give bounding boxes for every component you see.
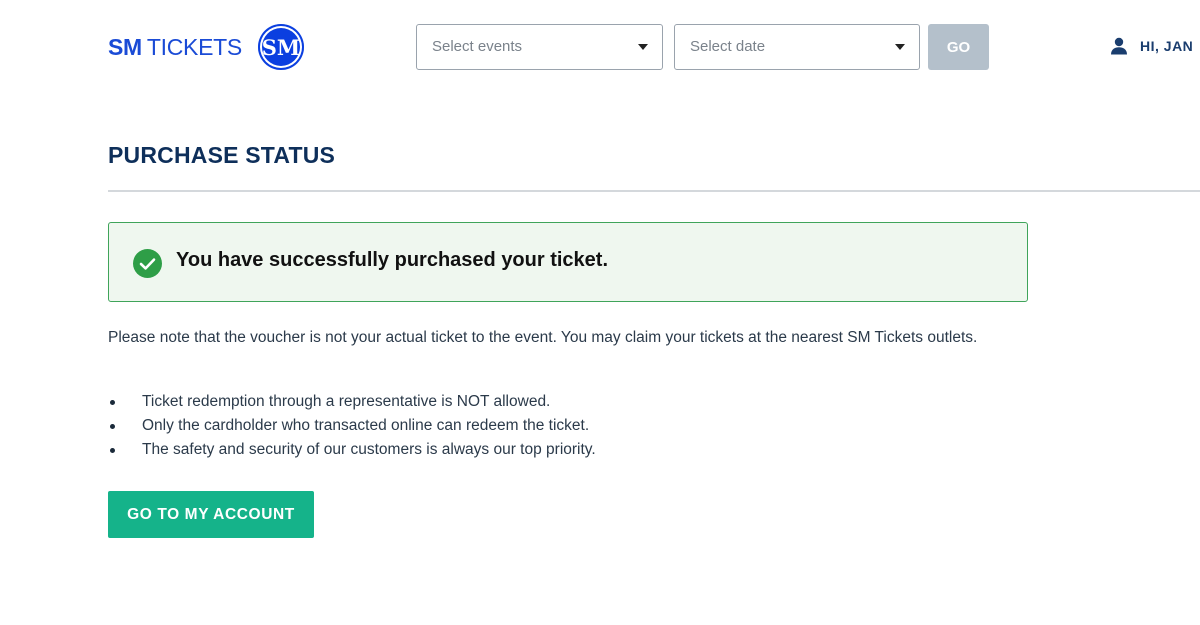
success-message: You have successfully purchased your tic… [176,249,609,271]
redemption-rules-list: Ticket redemption through a representati… [108,390,596,462]
select-date-dropdown[interactable]: Select date [674,24,920,70]
bullet-icon [110,400,115,405]
purchase-status-page: SM TICKETS SM Select events Select date G… [0,0,1200,625]
logo-wordmark: SM TICKETS [108,34,242,60]
user-menu[interactable]: HI, JAN [1110,35,1193,57]
sm-tickets-logo[interactable]: SM TICKETS SM [108,24,304,70]
sm-logo-badge: SM [257,24,304,70]
voucher-note: Please note that the voucher is not your… [108,329,978,346]
logo-badge-text: SM [261,34,301,60]
go-to-my-account-button[interactable]: GO TO MY ACCOUNT [108,491,314,538]
caret-down-icon [895,44,905,50]
user-icon [1111,37,1127,55]
select-events-placeholder: Select events [432,38,523,55]
check-circle-icon [133,249,162,278]
user-greeting: HI, JAN [1140,38,1194,54]
list-item-text: The safety and security of our customers… [142,441,596,458]
page-title: PURCHASE STATUS [108,142,336,168]
bullet-icon [110,448,115,453]
title-divider [108,190,1200,192]
caret-down-icon [638,44,648,50]
list-item: The safety and security of our customers… [108,438,596,462]
list-item-text: Only the cardholder who transacted onlin… [142,417,590,434]
success-alert: You have successfully purchased your tic… [108,222,1028,302]
list-item: Only the cardholder who transacted onlin… [108,414,596,438]
list-item-text: Ticket redemption through a representati… [142,393,551,410]
bullet-icon [110,424,115,429]
select-date-placeholder: Select date [690,38,766,55]
list-item: Ticket redemption through a representati… [108,390,596,414]
select-events-dropdown[interactable]: Select events [416,24,663,70]
go-button[interactable]: GO [928,24,989,70]
